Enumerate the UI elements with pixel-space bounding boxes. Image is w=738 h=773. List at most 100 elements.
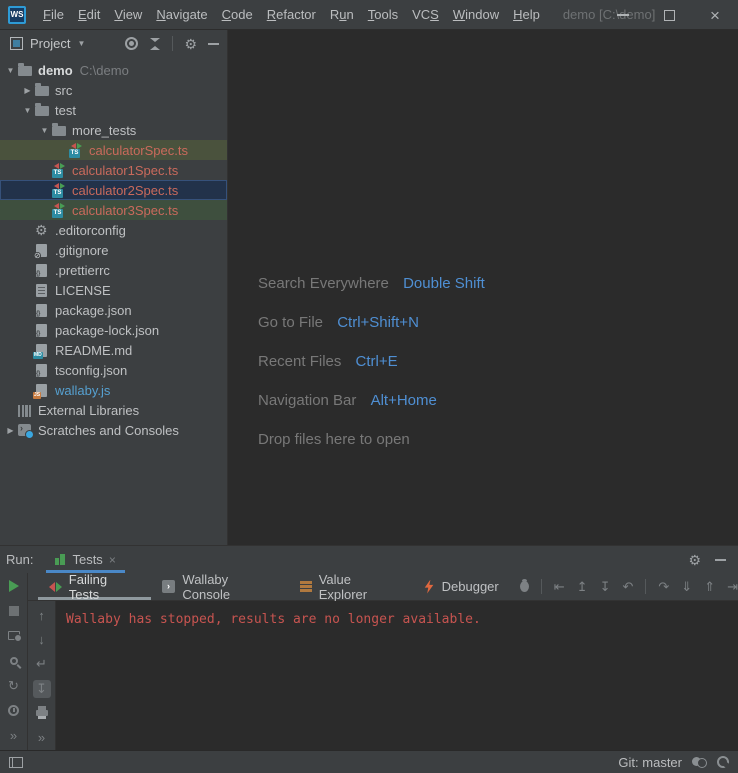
rerun-button[interactable] xyxy=(0,573,27,598)
run-view-tabs: Failing Tests › Wallaby Console Value Ex… xyxy=(28,573,738,601)
screen-icon xyxy=(8,631,20,640)
menu-refactor[interactable]: Refactor xyxy=(260,7,323,22)
hide-panel-icon[interactable] xyxy=(715,559,726,561)
tab-wallaby-console[interactable]: › Wallaby Console xyxy=(151,573,289,600)
json-file-icon xyxy=(36,324,47,337)
minimize-button[interactable] xyxy=(600,0,646,30)
menu-run[interactable]: Run xyxy=(323,7,361,22)
tree-item-gitignore[interactable]: .gitignore xyxy=(0,240,227,260)
tree-item-tsconfig[interactable]: tsconfig.json xyxy=(0,360,227,380)
up-button[interactable]: ↑ xyxy=(28,603,55,628)
tab-value-explorer[interactable]: Value Explorer xyxy=(289,573,413,600)
step-back-icon[interactable]: ↶ xyxy=(622,579,633,595)
print-button[interactable] xyxy=(28,701,55,726)
bug-icon[interactable] xyxy=(520,581,529,592)
console-icon: › xyxy=(162,580,176,593)
tree-item-demo[interactable]: ▼ demo C:\demo xyxy=(0,60,227,80)
tree-item-wallaby-js[interactable]: wallaby.js xyxy=(0,380,227,400)
value-explorer-icon xyxy=(300,581,312,592)
scroll-to-end-button[interactable]: ↧ xyxy=(28,677,55,702)
chevron-down-icon[interactable]: ▼ xyxy=(3,66,18,75)
more-actions-button[interactable]: » xyxy=(28,726,55,751)
run-left-toolbar: ↻ » xyxy=(0,573,28,750)
chevron-right-icon[interactable]: ▶ xyxy=(20,86,35,95)
menu-help[interactable]: Help xyxy=(506,7,547,22)
tree-item-calculatorspec[interactable]: TS calculatorSpec.ts xyxy=(0,140,227,160)
project-panel: Project ▼ ⚙ ▼ demo C:\demo ▶ src xyxy=(0,30,228,545)
gear-icon[interactable]: ⚙ xyxy=(688,553,701,567)
menu-file[interactable]: File xyxy=(36,7,71,22)
run-tab-tests[interactable]: Tests × xyxy=(46,546,124,573)
next-failed-test-icon[interactable]: ↧ xyxy=(600,579,611,595)
jump-to-source-icon[interactable]: ⇤ xyxy=(554,579,565,595)
menu-view[interactable]: View xyxy=(107,7,149,22)
webstorm-logo: WS xyxy=(8,6,26,24)
tree-item-license[interactable]: LICENSE xyxy=(0,280,227,300)
scroll-down-icon[interactable]: ⇓ xyxy=(681,579,692,595)
tab-failing-tests[interactable]: Failing Tests xyxy=(38,573,151,600)
run-to-cursor-icon[interactable]: ⇥ xyxy=(727,579,738,595)
background-tasks-icon[interactable] xyxy=(692,756,707,768)
project-tree: ▼ demo C:\demo ▶ src ▼ test ▼ more_tests xyxy=(0,57,227,440)
tree-item-package-lock-json[interactable]: package-lock.json xyxy=(0,320,227,340)
chevron-down-icon[interactable]: ▼ xyxy=(20,106,35,115)
maximize-button[interactable] xyxy=(646,0,692,30)
git-branch-widget[interactable]: Git: master xyxy=(618,755,682,770)
menu-edit[interactable]: Edit xyxy=(71,7,107,22)
console-message: Wallaby has stopped, results are no long… xyxy=(66,612,481,627)
scroll-up-icon[interactable]: ⇑ xyxy=(704,579,715,595)
refresh-button[interactable]: ↻ xyxy=(0,673,27,698)
hide-panel-icon[interactable] xyxy=(208,43,219,45)
library-icon xyxy=(18,405,31,417)
locate-file-icon[interactable] xyxy=(125,37,138,50)
soft-wrap-button[interactable]: ↵ xyxy=(28,652,55,677)
menu-tools[interactable]: Tools xyxy=(361,7,405,22)
toolwindow-toggle-icon[interactable] xyxy=(9,757,23,768)
markdown-file-icon xyxy=(36,344,47,357)
hint-navigation-bar: Navigation Bar Alt+Home xyxy=(258,390,485,412)
separator xyxy=(541,579,542,594)
run-chart-icon xyxy=(55,554,66,565)
menu-code[interactable]: Code xyxy=(215,7,260,22)
notifications-icon[interactable] xyxy=(717,756,729,768)
menu-navigate[interactable]: Navigate xyxy=(149,7,214,22)
dropdown-chevron-icon[interactable]: ▼ xyxy=(77,39,85,48)
first-failed-test-icon[interactable]: ↥ xyxy=(577,579,588,595)
run-tool-window-header: Run: Tests × ⚙ xyxy=(0,546,738,573)
git-file-icon xyxy=(36,244,47,257)
tree-item-calculator3spec[interactable]: TS calculator3Spec.ts xyxy=(0,200,227,220)
more-actions-button[interactable]: » xyxy=(0,723,27,748)
tree-item-more-tests[interactable]: ▼ more_tests xyxy=(0,120,227,140)
tree-item-scratches[interactable]: ▶ Scratches and Consoles xyxy=(0,420,227,440)
tree-item-prettierrc[interactable]: .prettierrc xyxy=(0,260,227,280)
hint-drop-files: Drop files here to open xyxy=(258,429,485,451)
tree-item-readme[interactable]: README.md xyxy=(0,340,227,360)
gear-icon[interactable]: ⚙ xyxy=(184,37,197,51)
tree-item-calculator2spec[interactable]: TS calculator2Spec.ts xyxy=(0,180,227,200)
run-label: Run: xyxy=(6,552,33,567)
ts-test-file-icon: TS xyxy=(69,142,85,158)
history-button[interactable] xyxy=(0,698,27,723)
menu-window[interactable]: Window xyxy=(446,7,506,22)
step-forward-icon[interactable]: ↷ xyxy=(658,579,669,595)
search-button[interactable] xyxy=(0,648,27,673)
close-icon[interactable]: × xyxy=(109,553,116,567)
tree-item-calculator1spec[interactable]: TS calculator1Spec.ts xyxy=(0,160,227,180)
chevron-down-icon[interactable]: ▼ xyxy=(37,126,52,135)
tree-item-package-json[interactable]: package.json xyxy=(0,300,227,320)
run-tab-label: Tests xyxy=(72,552,102,567)
close-button[interactable]: × xyxy=(692,0,738,30)
show-screen-button[interactable] xyxy=(0,623,27,648)
folder-icon xyxy=(35,86,49,96)
tree-item-editorconfig[interactable]: ⚙ .editorconfig xyxy=(0,220,227,240)
tree-item-src[interactable]: ▶ src xyxy=(0,80,227,100)
stop-button[interactable] xyxy=(0,598,27,623)
down-button[interactable]: ↓ xyxy=(28,628,55,653)
chevron-right-icon[interactable]: ▶ xyxy=(3,426,18,435)
collapse-all-icon[interactable] xyxy=(149,38,161,50)
project-panel-title[interactable]: Project xyxy=(30,36,70,51)
tree-item-external-libraries[interactable]: External Libraries xyxy=(0,400,227,420)
menu-vcs[interactable]: VCS xyxy=(405,7,446,22)
tree-item-test[interactable]: ▼ test xyxy=(0,100,227,120)
tab-debugger[interactable]: Debugger xyxy=(413,573,510,600)
